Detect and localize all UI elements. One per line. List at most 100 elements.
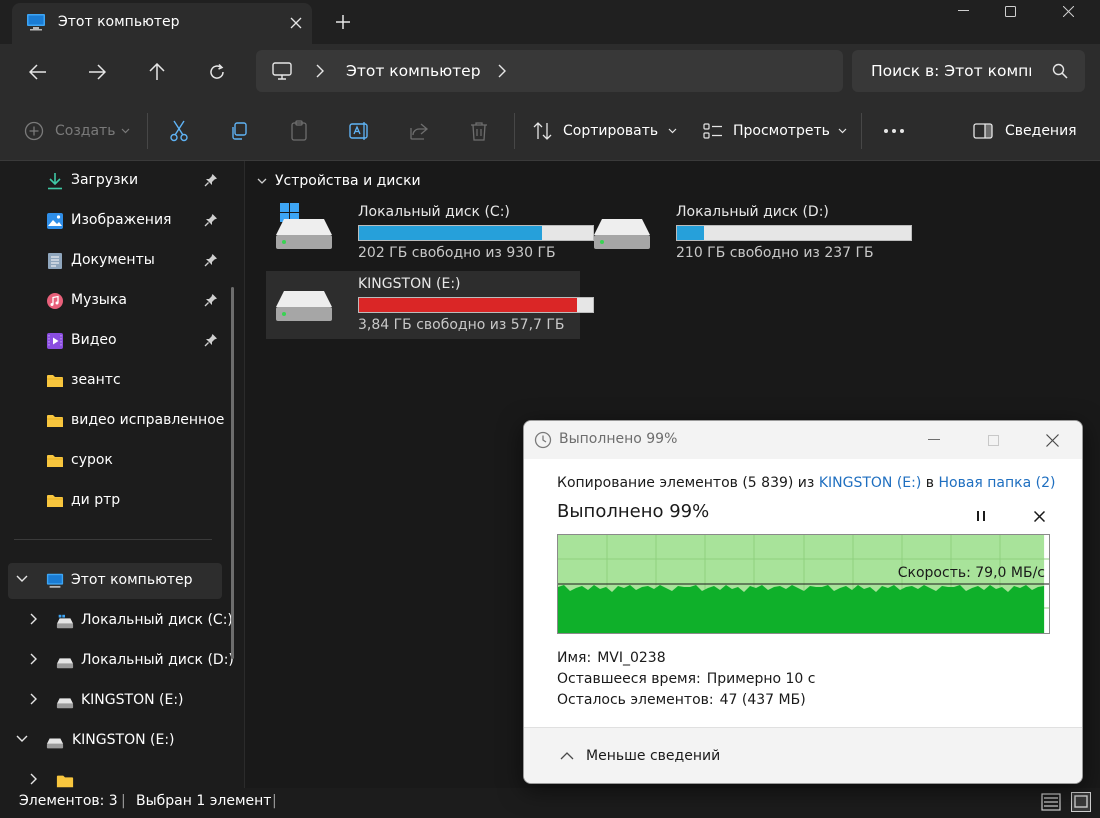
copy-description: Копирование элементов (5 839) из KINGSTO… (557, 475, 1055, 491)
sidebar-item-drive[interactable]: KINGSTON (E:) (0, 683, 240, 719)
sidebar-item-label: ди ртр (71, 492, 121, 508)
create-button[interactable]: Создать (24, 117, 130, 145)
arrow-left-icon (29, 64, 46, 80)
sidebar-item[interactable]: Изображения (0, 203, 240, 239)
chevron-right-icon[interactable] (30, 693, 38, 705)
chevron-right-icon[interactable] (498, 64, 506, 78)
time-value: Примерно 10 с (706, 671, 816, 687)
search-box[interactable]: Поиск в: Этот компьютер (852, 50, 1085, 92)
cut-button[interactable] (169, 117, 189, 145)
dialog-maximize-button[interactable] (981, 429, 1005, 451)
pause-button[interactable] (970, 505, 992, 527)
chevron-down-icon[interactable] (16, 575, 28, 583)
close-window-button[interactable] (1045, 0, 1091, 22)
drive-tile[interactable]: Локальный диск (C:) 202 ГБ свободно из 93… (266, 199, 594, 267)
pin-icon[interactable] (204, 253, 218, 267)
more-options-button[interactable] (883, 117, 905, 145)
sidebar-item-label: Локальный диск (C:) (81, 612, 233, 628)
sidebar-item[interactable]: Видео (0, 323, 240, 359)
paste-button[interactable] (289, 117, 309, 145)
drive-usage-fill (677, 226, 704, 240)
folder-icon (47, 495, 63, 507)
pin-icon[interactable] (204, 293, 218, 307)
share-icon (410, 123, 429, 140)
details-view-icon[interactable] (1041, 792, 1061, 812)
copy-icon (232, 122, 247, 140)
dialog-close-button[interactable] (1040, 429, 1064, 451)
navigation-pane: Загрузки Изображения Документы Музыка Видео з… (0, 161, 244, 788)
group-title: Устройства и диски (275, 173, 421, 189)
up-button[interactable] (140, 55, 174, 89)
sort-icon (533, 122, 552, 140)
tab-this-pc[interactable]: Этот компьютер (12, 3, 312, 44)
sidebar-item-drive[interactable]: Локальный диск (D:) (0, 643, 240, 679)
toolbar-divider (514, 113, 515, 149)
close-tab-button[interactable] (282, 9, 310, 37)
chevron-right-icon[interactable] (316, 64, 324, 78)
details-label: Сведения (1005, 123, 1077, 139)
selected-count: Выбран 1 элемент (136, 793, 272, 809)
speed-label: Скорость: 79,0 МБ/с (897, 565, 1045, 581)
new-tab-button[interactable] (328, 7, 358, 37)
speed-graph: Скорость: 79,0 МБ/с (557, 534, 1050, 634)
drive-usage-bar (358, 225, 594, 241)
details-pane-button[interactable]: Сведения (973, 117, 1077, 145)
source-link[interactable]: KINGSTON (E:) (819, 475, 922, 491)
chevron-right-icon[interactable] (30, 613, 38, 625)
minimize-button[interactable] (940, 0, 986, 22)
drive-icon (56, 698, 74, 709)
folder-icon (47, 415, 63, 427)
plus-circle-icon (24, 121, 44, 141)
drive-tile[interactable]: KINGSTON (E:) 3,84 ГБ свободно из 57,7 ГБ (266, 271, 594, 339)
command-bar: Создать Сортировать Просмотреть Сведения (0, 99, 1100, 161)
share-button[interactable] (409, 117, 429, 145)
view-button[interactable]: Просмотреть (703, 117, 847, 145)
pin-icon[interactable] (204, 333, 218, 347)
address-bar[interactable]: Этот компьютер (256, 50, 843, 92)
speed-area (558, 585, 1045, 633)
drive-tile[interactable]: Локальный диск (D:) 210 ГБ свободно из 23… (584, 199, 912, 267)
delete-button[interactable] (470, 117, 488, 145)
back-button[interactable] (21, 55, 55, 89)
pin-icon[interactable] (204, 213, 218, 227)
sidebar-item[interactable]: сурок (0, 443, 240, 479)
sidebar-item-this-pc[interactable]: Этот компьютер (8, 563, 222, 599)
address-path[interactable]: Этот компьютер (346, 62, 481, 80)
less-details-button[interactable]: Меньше сведений (560, 748, 720, 764)
arrow-up-icon (149, 63, 165, 80)
chevron-down-icon[interactable] (16, 735, 28, 743)
sidebar-item[interactable]: Загрузки (0, 163, 240, 199)
chevron-right-icon[interactable] (30, 653, 38, 665)
destination-link[interactable]: Новая папка (2) (938, 475, 1055, 491)
sidebar-item-label: Загрузки (71, 172, 139, 188)
time-row: Оставшееся время: Примерно 10 с (557, 671, 815, 687)
sidebar-item-folder[interactable] (0, 763, 240, 788)
sidebar-item-kingston[interactable]: KINGSTON (E:) (0, 723, 240, 759)
search-input[interactable]: Поиск в: Этот компьютер (871, 62, 1031, 80)
sidebar-scrollbar[interactable] (231, 287, 234, 659)
cancel-copy-button[interactable] (1028, 505, 1050, 527)
more-icon (884, 129, 904, 133)
group-header[interactable]: Устройства и диски (257, 173, 421, 189)
pictures-icon (47, 213, 63, 229)
rename-button[interactable] (349, 117, 371, 145)
pin-icon[interactable] (204, 173, 218, 187)
large-icons-view-icon[interactable] (1071, 792, 1091, 812)
sort-button[interactable]: Сортировать (533, 117, 677, 145)
sidebar-item-label: зеантс (71, 372, 121, 388)
usb-drive-icon (46, 738, 64, 749)
sidebar-item[interactable]: видео исправленное (0, 403, 240, 439)
status-bar: Элементов: 3 | Выбран 1 элемент | (0, 788, 1100, 818)
forward-button[interactable] (80, 55, 114, 89)
copy-button[interactable] (229, 117, 249, 145)
sidebar-item[interactable]: Музыка (0, 283, 240, 319)
sidebar-item-drive[interactable]: Локальный диск (C:) (0, 603, 240, 639)
dialog-title-bar: Выполнено 99% (524, 421, 1082, 459)
maximize-button[interactable] (987, 0, 1033, 22)
sidebar-item[interactable]: ди ртр (0, 483, 240, 519)
sidebar-item[interactable]: Документы (0, 243, 240, 279)
sidebar-item[interactable]: зеантс (0, 363, 240, 399)
chevron-right-icon[interactable] (30, 773, 38, 785)
refresh-button[interactable] (200, 55, 234, 89)
dialog-minimize-button[interactable] (922, 429, 946, 451)
